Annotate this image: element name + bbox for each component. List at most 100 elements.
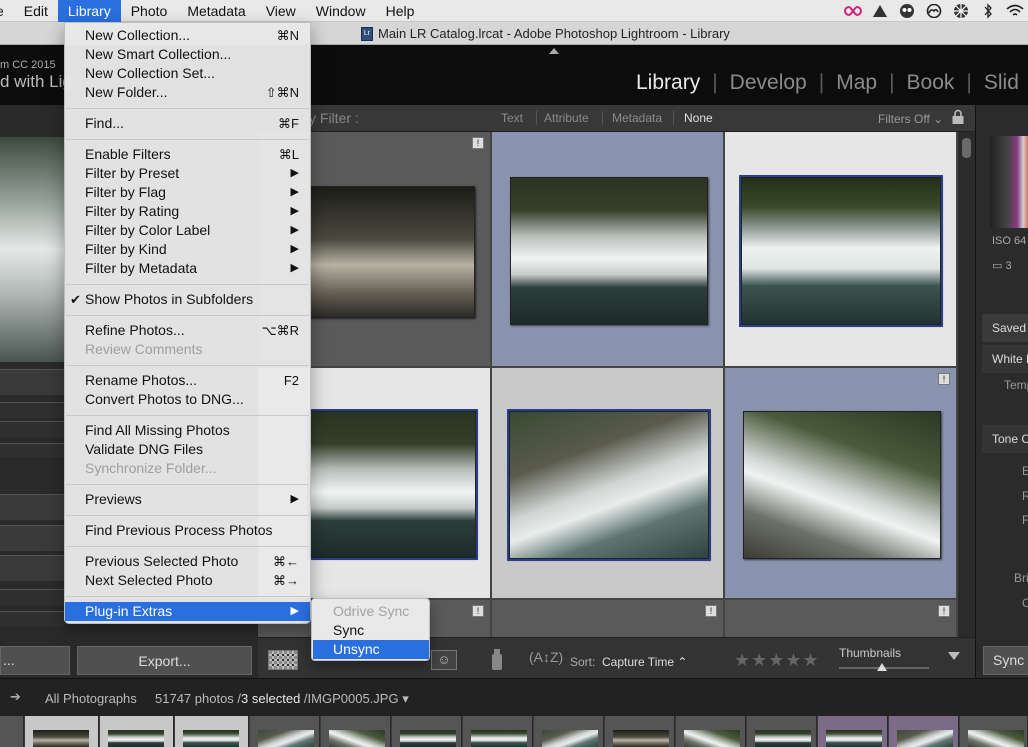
menu-item-show-photos-in-subfolders[interactable]: ✔ Show Photos in Subfolders xyxy=(65,290,310,309)
navigator-preview[interactable] xyxy=(0,137,64,362)
filmstrip-thumbnail[interactable] xyxy=(889,716,959,747)
menu-item-filter-by-flag[interactable]: Filter by Flag ▶ xyxy=(65,183,310,202)
grid-view-icon[interactable] xyxy=(268,650,298,670)
menu-item-find[interactable]: Find... ⌘F xyxy=(65,114,310,133)
module-develop[interactable]: Develop xyxy=(718,71,819,95)
menu-view[interactable]: View xyxy=(256,0,306,22)
menu-item-validate-dng-files[interactable]: Validate DNG Files xyxy=(65,440,310,459)
menu-item-new-collection-set[interactable]: New Collection Set... xyxy=(65,64,310,83)
filmstrip-thumbnail[interactable] xyxy=(960,716,1028,747)
grid-cell[interactable] xyxy=(725,132,958,368)
people-view-icon[interactable]: ☺ xyxy=(431,650,457,670)
filmstrip-thumbnail[interactable] xyxy=(321,716,391,747)
panel-section-header[interactable] xyxy=(0,525,64,551)
sync-button[interactable]: Sync N xyxy=(983,646,1028,675)
tone-control-section[interactable]: Tone C xyxy=(982,425,1028,453)
menu-photo[interactable]: Photo xyxy=(121,0,178,22)
collapse-top-panel-icon[interactable] xyxy=(549,48,559,54)
menu-item-refine-photos[interactable]: Refine Photos... ⌥⌘R xyxy=(65,321,310,340)
panel-section-header[interactable] xyxy=(0,555,64,581)
submenu-item-unsync[interactable]: Unsync xyxy=(313,640,429,659)
photo-thumbnail[interactable] xyxy=(507,409,711,561)
filmstrip-thumbnail[interactable] xyxy=(100,716,174,747)
rating-stars[interactable]: ★★★★★ xyxy=(734,650,820,671)
painter-spray-can-icon[interactable] xyxy=(488,647,506,671)
panel-section-header[interactable] xyxy=(0,369,64,395)
menu-item-plug-in-extras[interactable]: Plug-in Extras ▶ xyxy=(65,602,310,621)
module-library[interactable]: Library xyxy=(624,71,712,95)
export-button[interactable]: Export... xyxy=(77,646,252,675)
photo-thumbnail[interactable] xyxy=(307,409,478,560)
submenu-item-sync[interactable]: Sync xyxy=(313,621,429,640)
photo-thumbnail[interactable] xyxy=(739,175,943,327)
grid-cell[interactable]: ! xyxy=(725,368,958,600)
cloud-icon[interactable] xyxy=(925,2,943,20)
filter-metadata[interactable]: Metadata xyxy=(612,111,662,125)
menu-window[interactable]: Window xyxy=(306,0,376,22)
menu-item-filter-by-kind[interactable]: Filter by Kind ▶ xyxy=(65,240,310,259)
filter-text[interactable]: Text xyxy=(501,111,523,125)
filmstrip-thumbnail[interactable] xyxy=(463,716,533,747)
module-book[interactable]: Book xyxy=(895,71,967,95)
filmstrip-thumbnail[interactable] xyxy=(534,716,604,747)
menu-item-previous-selected-photo[interactable]: Previous Selected Photo ⌘← xyxy=(65,552,310,571)
bluetooth-icon[interactable] xyxy=(979,2,997,20)
menu-help[interactable]: Help xyxy=(376,0,425,22)
saved-preset-section[interactable]: Saved I xyxy=(982,314,1028,342)
creative-cloud-icon[interactable] xyxy=(844,2,862,20)
panel-row[interactable] xyxy=(0,402,64,418)
selection-info[interactable]: 51747 photos /3 selected /IMGP0005.JPG ▾ xyxy=(155,691,409,707)
menu-item-convert-photos-to-dng[interactable]: Convert Photos to DNG... xyxy=(65,390,310,409)
filmstrip-thumbnail[interactable] xyxy=(25,716,99,747)
lock-icon[interactable] xyxy=(951,109,965,125)
toolbar-options-chevron-icon[interactable] xyxy=(948,652,960,660)
grid-cell[interactable] xyxy=(492,368,725,600)
wifi-icon[interactable] xyxy=(1006,2,1024,20)
panel-row[interactable] xyxy=(0,443,64,457)
metadata-badge-icon[interactable]: ! xyxy=(472,137,484,149)
filmstrip-thumbnail[interactable] xyxy=(392,716,462,747)
menu-item-next-selected-photo[interactable]: Next Selected Photo ⌘→ xyxy=(65,571,310,590)
menu-item-filter-by-rating[interactable]: Filter by Rating ▶ xyxy=(65,202,310,221)
filmstrip-thumbnail[interactable] xyxy=(818,716,888,747)
filmstrip-thumbnail[interactable] xyxy=(175,716,249,747)
grid-scrollbar[interactable] xyxy=(958,132,975,637)
panel-row[interactable] xyxy=(0,421,64,437)
source-breadcrumb[interactable]: All Photographs xyxy=(45,691,137,706)
menu-edit[interactable]: Edit xyxy=(14,0,58,22)
module-slideshow[interactable]: Slid xyxy=(972,71,1028,95)
white-balance-section[interactable]: White E xyxy=(982,345,1028,373)
grid-cell[interactable]: ! xyxy=(492,600,725,637)
scrollbar-thumb[interactable] xyxy=(962,138,971,158)
filter-attribute[interactable]: Attribute xyxy=(544,111,589,125)
filmstrip-thumbnail[interactable] xyxy=(676,716,746,747)
photo-thumbnail[interactable] xyxy=(743,411,941,559)
filmstrip-thumbnail[interactable] xyxy=(0,716,24,747)
menu-item-filter-by-preset[interactable]: Filter by Preset ▶ xyxy=(65,164,310,183)
owl-icon[interactable] xyxy=(898,2,916,20)
menu-item-filter-by-color-label[interactable]: Filter by Color Label ▶ xyxy=(65,221,310,240)
panel-row[interactable] xyxy=(0,589,64,605)
menu-library[interactable]: Library xyxy=(57,0,121,22)
filmstrip-thumbnail[interactable] xyxy=(747,716,817,747)
metadata-badge-icon[interactable]: ! xyxy=(938,373,950,385)
panel-row[interactable] xyxy=(0,611,64,627)
menu-item-rename-photos[interactable]: Rename Photos... F2 xyxy=(65,371,310,390)
metadata-badge-icon[interactable]: ! xyxy=(938,605,950,617)
metadata-badge-icon[interactable]: ! xyxy=(472,605,484,617)
filmstrip-thumbnail[interactable] xyxy=(605,716,675,747)
filters-off-dropdown[interactable]: Filters Off ⌄ xyxy=(878,112,943,126)
menu-metadata[interactable]: Metadata xyxy=(177,0,255,22)
menu-item-new-folder[interactable]: New Folder... ⇧⌘N xyxy=(65,83,310,102)
grid-cell[interactable]: ! xyxy=(725,600,958,637)
menu-item-enable-filters[interactable]: Enable Filters ⌘L xyxy=(65,145,310,164)
sort-direction-icon[interactable]: (A↕Z) xyxy=(529,649,563,665)
filmstrip-thumbnail[interactable] xyxy=(250,716,320,747)
menu-item-find-previous-process-photos[interactable]: Find Previous Process Photos xyxy=(65,521,310,540)
menu-item-previews[interactable]: Previews ▶ xyxy=(65,490,310,509)
wheel-icon[interactable] xyxy=(952,2,970,20)
navigate-arrow-icon[interactable]: ➔ xyxy=(10,689,21,705)
photo-thumbnail[interactable] xyxy=(309,186,475,318)
metadata-badge-icon[interactable]: ! xyxy=(705,605,717,617)
thumbnail-size-slider-knob[interactable] xyxy=(877,663,887,671)
